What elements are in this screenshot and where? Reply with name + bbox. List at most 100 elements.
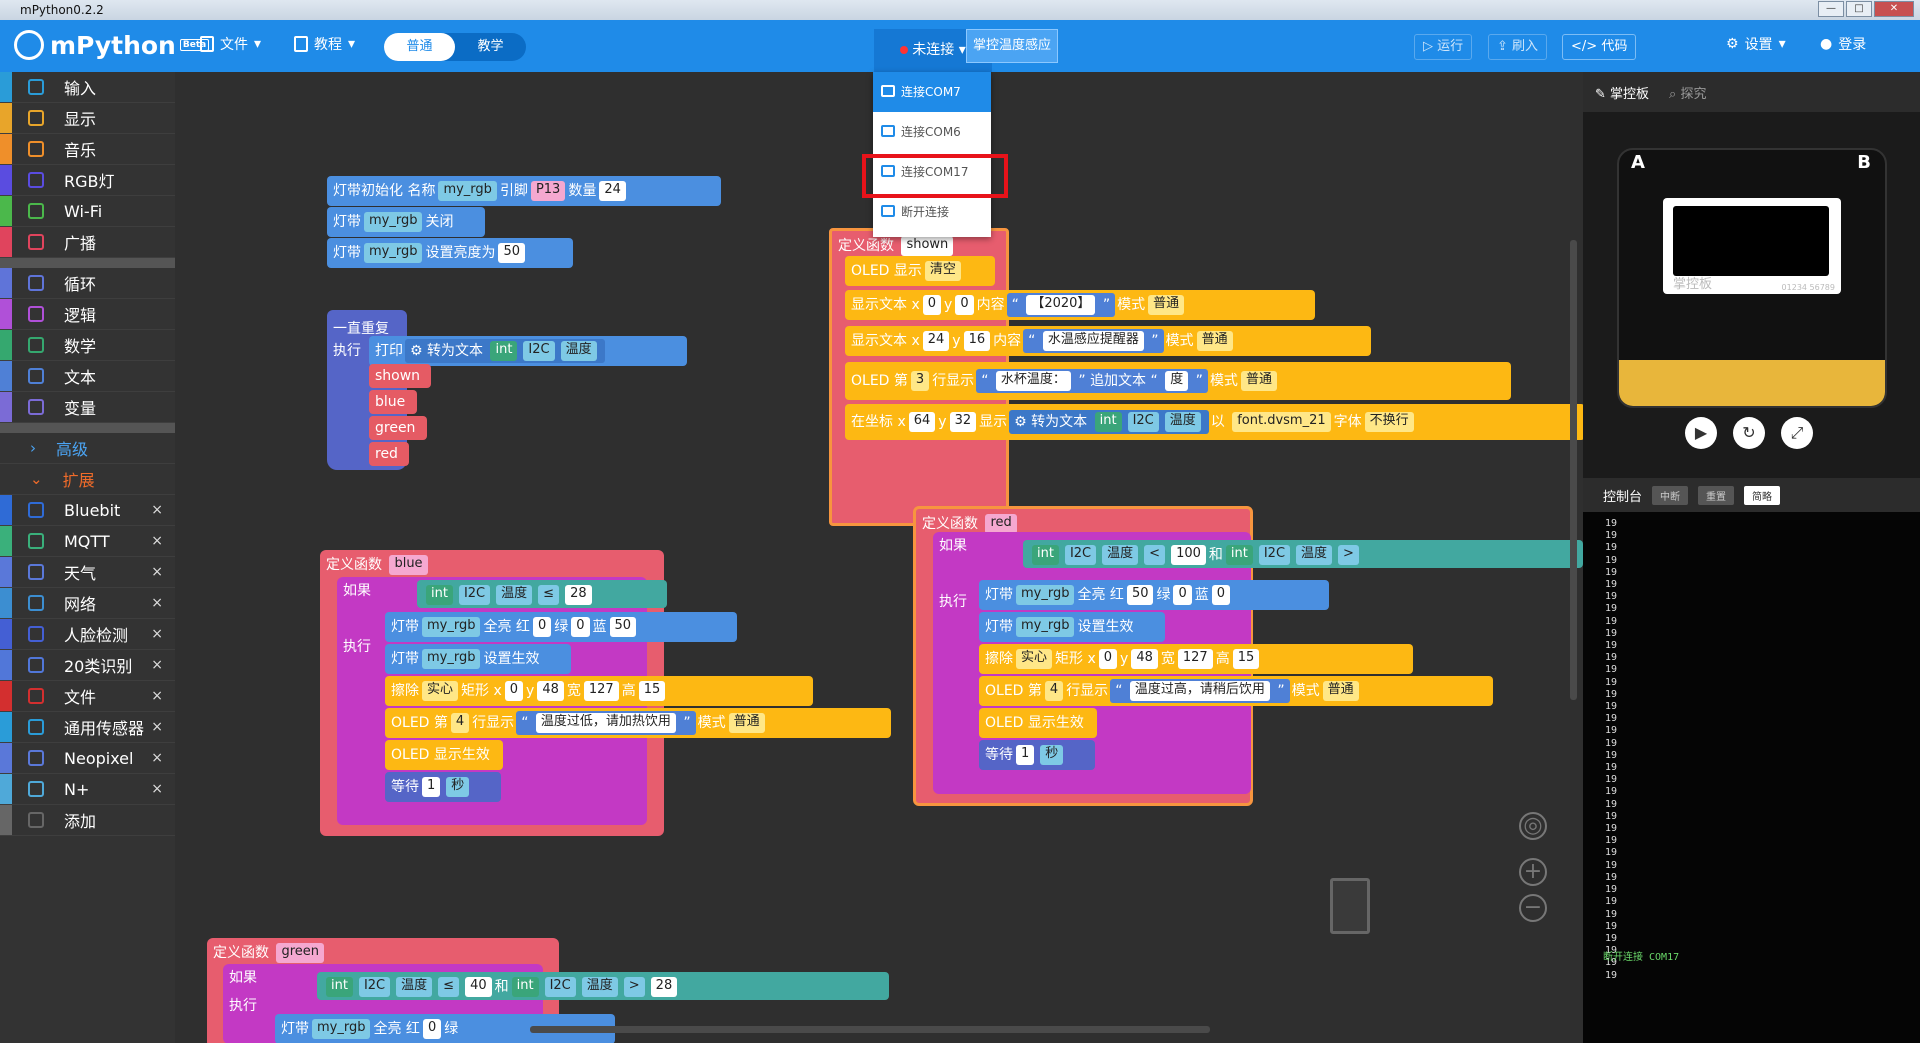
board-simulator[interactable]: A B 掌控板 01234 56789 xyxy=(1617,148,1887,408)
cond-blue[interactable]: int I2C 温度 ≤28 xyxy=(417,580,667,608)
arg-blue[interactable]: blue xyxy=(369,390,417,414)
divider xyxy=(0,423,175,433)
close-icon[interactable]: × xyxy=(151,688,163,704)
close-icon[interactable]: × xyxy=(151,781,163,797)
category-item[interactable]: 广播 xyxy=(0,227,175,258)
right-panel: ✎ 掌控板 ⌕ 探究 A B 掌控板 01234 56789 ▶ ↻ ⤢ 控制台 … xyxy=(1583,72,1920,1043)
reset-button[interactable]: 重置 xyxy=(1698,485,1735,505)
category-item[interactable]: MQTT × xyxy=(0,526,175,557)
category-item[interactable]: 数学 xyxy=(0,330,175,361)
zoom-in-icon[interactable]: + xyxy=(1519,858,1547,886)
close-icon[interactable]: × xyxy=(151,719,163,735)
tutorial-menu[interactable]: 教程 ▾ xyxy=(294,34,355,54)
recenter-icon[interactable]: ◎ xyxy=(1519,812,1547,840)
category-item[interactable]: 添加 xyxy=(0,805,175,836)
category-item[interactable]: 20类识别 × xyxy=(0,650,175,681)
category-item[interactable]: Wi-Fi xyxy=(0,196,175,227)
category-item[interactable]: 变量 xyxy=(0,392,175,423)
close-icon[interactable]: × xyxy=(151,595,163,611)
code-button[interactable]: </> 代码 xyxy=(1562,34,1637,60)
category-item[interactable]: 文本 xyxy=(0,361,175,392)
dropdown-item[interactable]: 连接COM6 xyxy=(873,112,991,152)
restart-icon[interactable]: ↻ xyxy=(1733,417,1765,449)
close-icon[interactable]: × xyxy=(151,502,163,518)
close-icon[interactable]: × xyxy=(151,657,163,673)
close-icon[interactable]: × xyxy=(151,533,163,549)
button-b-label[interactable]: B xyxy=(1857,152,1871,173)
mode-teach-button[interactable]: 教学 xyxy=(455,33,526,61)
flash-button[interactable]: ⇪ 刷入 xyxy=(1488,34,1548,60)
category-item[interactable]: 文件 × xyxy=(0,681,175,712)
interrupt-button[interactable]: 中断 xyxy=(1652,485,1689,505)
block-wait-red[interactable]: 等待 1 秒 xyxy=(979,740,1095,770)
cond-green[interactable]: int I2C 温度 ≤40 和 int I2C 温度 >28 xyxy=(317,972,889,1000)
category-item[interactable]: 天气 × xyxy=(0,557,175,588)
block-rgb-full-blue[interactable]: 灯带 my_rgb 全亮 红 0 绿 0 蓝 50 xyxy=(385,612,737,642)
block-coord-text[interactable]: 在坐标 x 64 y 32 显示 ⚙ 转为文本 int I2C 温度以 font.dvsm_2… xyxy=(845,404,1583,440)
block-oled-line3[interactable]: OLED 第 3 行显示 “ 水杯温度： ” 追加文本 “ 度 ” 模式 普通 xyxy=(845,362,1511,400)
button-a-label[interactable]: A xyxy=(1631,152,1645,173)
play-icon[interactable]: ▶ xyxy=(1685,417,1717,449)
tab-explore[interactable]: ⌕ 探究 xyxy=(1669,83,1706,102)
mode-normal-button[interactable]: 普通 xyxy=(384,33,455,61)
category-item[interactable]: 循环 xyxy=(0,268,175,299)
block-text-water[interactable]: 显示文本 x 24 y 16 内容 “ 水温感应提醒器 ” 模式 普通 xyxy=(845,326,1371,356)
board-button[interactable]: 掌控温度感应 xyxy=(966,29,1058,63)
category-item[interactable]: 音乐 xyxy=(0,134,175,165)
cond-red[interactable]: int I2C 温度 <100 和 int I2C 温度 > xyxy=(1023,540,1583,568)
zoom-out-icon[interactable]: − xyxy=(1519,894,1547,922)
run-button[interactable]: ▷ 运行 xyxy=(1414,34,1473,60)
vertical-scrollbar[interactable] xyxy=(1570,240,1577,700)
tab-board[interactable]: ✎ 掌控板 xyxy=(1595,83,1649,102)
category-extension[interactable]: ⌄ 扩展 xyxy=(0,464,175,495)
category-item[interactable]: 通用传感器 × xyxy=(0,712,175,743)
maximize-icon[interactable]: □ xyxy=(1846,1,1872,17)
block-wait-blue[interactable]: 等待 1 秒 xyxy=(385,772,501,802)
arg-red[interactable]: red xyxy=(369,442,409,466)
block-rgb-apply-red[interactable]: 灯带 my_rgb 设置生效 xyxy=(979,612,1165,642)
block-oled-line4-high[interactable]: OLED 第 4 行显示 “ 温度过高，请稍后饮用 ” 模式 普通 xyxy=(979,676,1493,706)
category-item[interactable]: 显示 xyxy=(0,103,175,134)
simple-toggle[interactable]: 简略 xyxy=(1744,485,1781,505)
settings-menu[interactable]: ⚙ 设置 ▾ xyxy=(1726,34,1786,54)
category-item[interactable]: N+ × xyxy=(0,774,175,805)
trash-icon[interactable] xyxy=(1330,878,1370,934)
category-item[interactable]: Bluebit × xyxy=(0,495,175,526)
block-erase-blue[interactable]: 擦除 实心 矩形 x 0 y 48 宽 127 高 15 xyxy=(385,676,813,706)
dropdown-item[interactable]: 连接COM7 xyxy=(873,72,991,112)
block-rgb-apply-blue[interactable]: 灯带 my_rgb 设置生效 xyxy=(385,644,571,674)
block-rgb-off[interactable]: 灯带 my_rgb 关闭 xyxy=(327,207,485,237)
horizontal-scrollbar[interactable] xyxy=(530,1026,1210,1033)
login-button[interactable]: ● 登录 xyxy=(1820,34,1866,54)
block-oled-apply-blue[interactable]: OLED 显示生效 xyxy=(385,740,503,770)
category-item[interactable]: Neopixel × xyxy=(0,743,175,774)
console-line: 19 xyxy=(1605,859,1618,871)
file-menu[interactable]: 文件 ▾ xyxy=(200,34,261,54)
arg-shown[interactable]: shown xyxy=(369,364,431,388)
category-item[interactable]: 逻辑 xyxy=(0,299,175,330)
block-rgb-brightness[interactable]: 灯带 my_rgb 设置亮度为 50 xyxy=(327,238,573,268)
category-item[interactable]: 人脸检测 × xyxy=(0,619,175,650)
block-oled-line4-low[interactable]: OLED 第 4 行显示 “ 温度过低，请加热饮用 ” 模式 普通 xyxy=(385,708,891,738)
main-toolbar: mPython Beta 文件 ▾ 教程 ▾ 普通 教学 未连接 ▾ 掌控温度感应 ▷ … xyxy=(0,20,1920,72)
block-oled-clear[interactable]: OLED 显示 清空 xyxy=(845,256,995,286)
mode-switch[interactable]: 普通 教学 xyxy=(384,33,526,61)
close-icon[interactable]: × xyxy=(151,750,163,766)
block-erase-red[interactable]: 擦除 实心 矩形 x 0 y 48 宽 127 高 15 xyxy=(979,644,1413,674)
dropdown-item[interactable]: 断开连接 xyxy=(873,192,991,232)
close-icon[interactable]: × xyxy=(151,626,163,642)
block-text-2020[interactable]: 显示文本 x 0 y 0 内容 “ 【2020】 ” 模式 普通 xyxy=(845,290,1315,320)
category-item[interactable]: 输入 xyxy=(0,72,175,103)
block-oled-apply-red[interactable]: OLED 显示生效 xyxy=(979,708,1097,738)
close-icon[interactable]: ✕ xyxy=(1874,1,1914,17)
arg-green[interactable]: green xyxy=(369,416,427,440)
fullscreen-icon[interactable]: ⤢ xyxy=(1781,417,1813,449)
category-item[interactable]: RGB灯 xyxy=(0,165,175,196)
block-print[interactable]: 打印 ⚙ 转为文本 int I2C 温度 xyxy=(369,336,687,366)
minimize-icon[interactable]: — xyxy=(1818,1,1844,17)
block-rgb-init[interactable]: 灯带初始化 名称 my_rgb 引脚 P13 数量 24 xyxy=(327,176,721,206)
category-item[interactable]: 网络 × xyxy=(0,588,175,619)
category-advanced[interactable]: › 高级 xyxy=(0,433,175,464)
block-rgb-full-red[interactable]: 灯带 my_rgb 全亮 红 50 绿 0 蓝 0 xyxy=(979,580,1329,610)
close-icon[interactable]: × xyxy=(151,564,163,580)
